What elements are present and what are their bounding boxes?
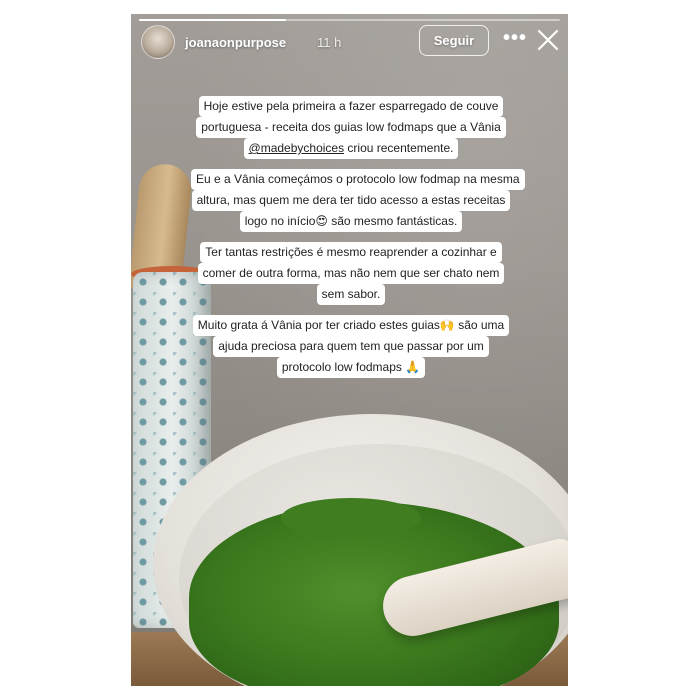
text-line: Ter tantas restrições é mesmo reaprender… (200, 242, 502, 263)
post-time: 11 h (317, 35, 342, 50)
text-line: logo no início😍 são mesmo fantásticas. (239, 211, 463, 232)
text-line: portuguesa - receita dos guias low fodma… (196, 117, 506, 138)
follow-button[interactable]: Seguir (419, 25, 489, 56)
text-line: ajuda preciosa para quem tem que passar … (213, 336, 489, 357)
text-paragraph-3: Ter tantas restrições é mesmo reaprender… (191, 242, 511, 305)
story-viewer[interactable]: joanaonpurpose 11 h Seguir ••• Hoje esti… (131, 14, 568, 686)
text-line: @madebychoices criou recentemente. (243, 138, 459, 159)
story-progress-fill (139, 19, 287, 21)
text-line: Eu e a Vânia começámos o protocolo low f… (191, 169, 525, 190)
text-line: Hoje estive pela primeira a fazer esparr… (198, 96, 504, 117)
text-line: sem sabor. (316, 284, 386, 305)
text-paragraph-1: Hoje estive pela primeira a fazer esparr… (191, 96, 511, 159)
username[interactable]: joanaonpurpose (185, 35, 286, 50)
avatar[interactable] (141, 25, 175, 59)
more-horizontal-icon[interactable]: ••• (503, 28, 527, 52)
text-line: comer de outra forma, mas não nem que se… (197, 263, 505, 284)
puree-surface (281, 498, 421, 538)
story-text-overlay: Hoje estive pela primeira a fazer esparr… (191, 96, 525, 388)
close-icon[interactable] (536, 28, 560, 52)
story-header: joanaonpurpose 11 h Seguir ••• (141, 22, 560, 64)
text-paragraph-2: Eu e a Vânia começámos o protocolo low f… (191, 169, 525, 232)
text-line: Muito grata á Vânia por ter criado estes… (192, 315, 510, 336)
mention-link[interactable]: @madebychoices (249, 141, 345, 155)
text-line: altura, mas quem me dera ter tido acesso… (191, 190, 511, 211)
text-fragment: criou recentemente. (344, 141, 454, 155)
text-line: protocolo low fodmaps 🙏 (276, 357, 426, 378)
story-progress-bar (139, 19, 560, 21)
text-paragraph-4: Muito grata á Vânia por ter criado estes… (191, 315, 511, 378)
